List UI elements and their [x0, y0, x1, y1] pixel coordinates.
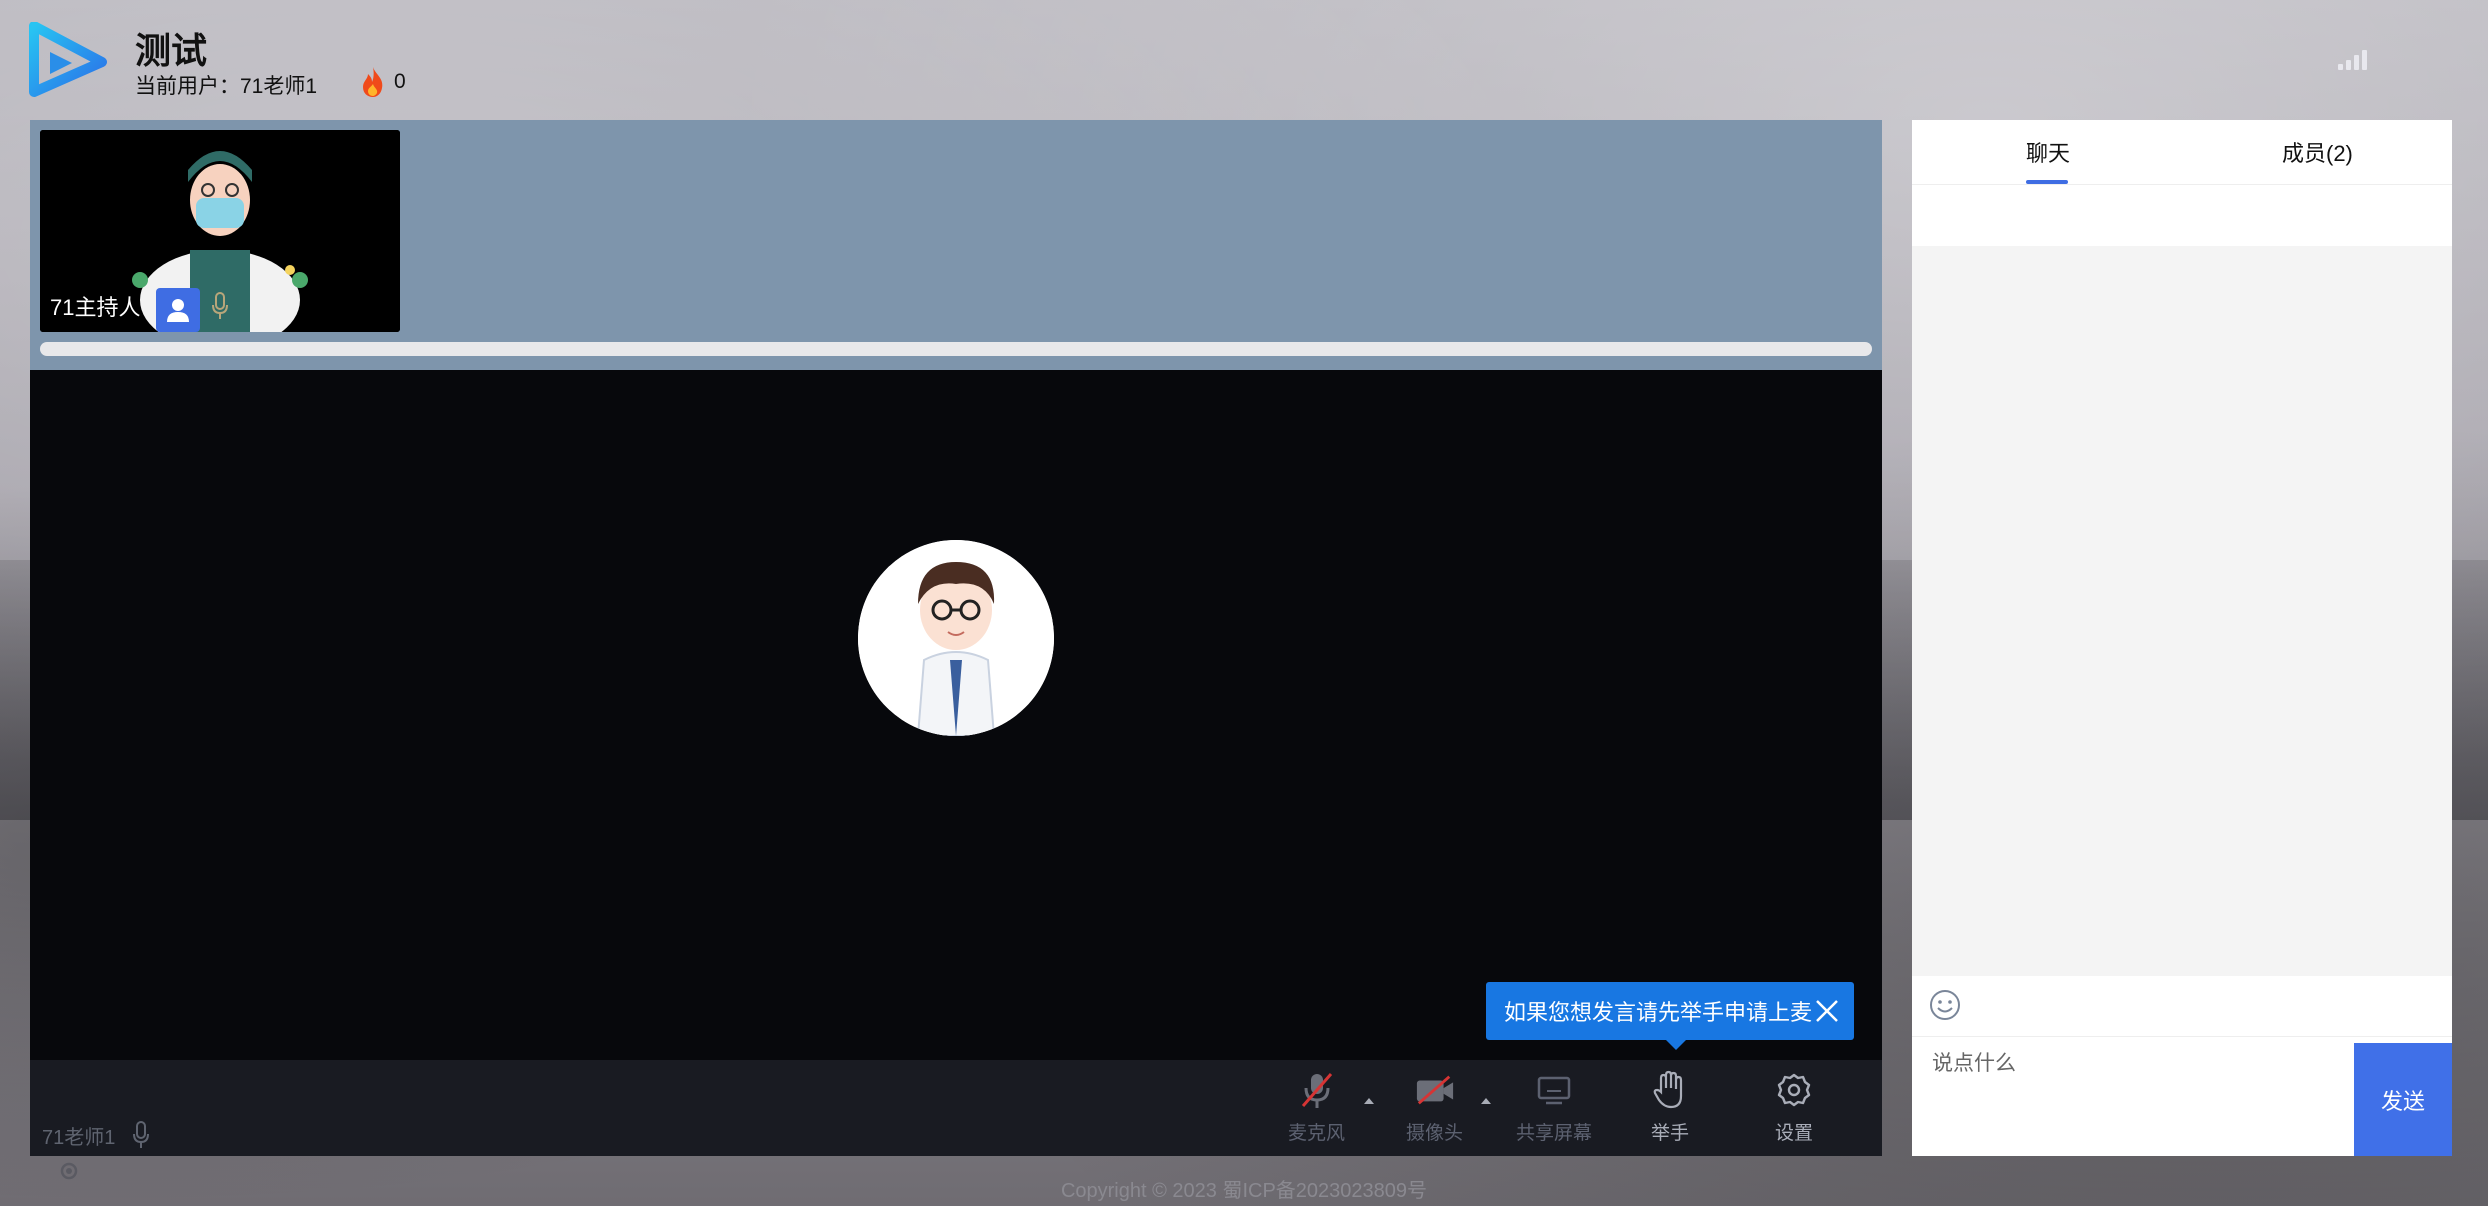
chat-message-input[interactable]	[1912, 1037, 2352, 1156]
camera-button[interactable]: 摄像头	[1406, 1070, 1463, 1145]
raise-hand-label: 举手	[1650, 1123, 1689, 1144]
tab-members[interactable]: 成员(2)	[2282, 136, 2353, 168]
chat-input-row: 发送	[1912, 1036, 2452, 1156]
main-speaker-avatar	[858, 540, 1054, 736]
camera-options-chevron-icon[interactable]	[1481, 1098, 1491, 1104]
raise-hand-tip: 如果您想发言请先举手申请上麦	[1486, 982, 1854, 1050]
chat-tabs: 聊天 成员(2)	[1912, 120, 2452, 185]
mic-label: 麦克风	[1288, 1123, 1346, 1144]
copyright-text: Copyright © 2023 蜀ICP备2023023809号	[1060, 1180, 1428, 1202]
participant-strip-scrollbar[interactable]	[40, 342, 1872, 356]
emoji-icon[interactable]	[1928, 988, 1962, 1022]
participant-name: 71主持人	[50, 295, 141, 320]
heat-count: 0	[394, 70, 406, 93]
room-title: 测试	[135, 30, 208, 71]
doctor-avatar-image	[858, 540, 1054, 736]
share-screen-label: 共享屏幕	[1516, 1123, 1593, 1144]
host-user-icon	[156, 288, 200, 332]
self-name: 71老师1	[42, 1126, 116, 1149]
gear-icon	[1777, 1073, 1811, 1107]
mic-options-chevron-icon[interactable]	[1364, 1098, 1374, 1104]
send-button[interactable]: 发送	[2354, 1043, 2452, 1156]
self-mic-icon	[133, 1121, 150, 1148]
share-screen-icon	[1537, 1076, 1571, 1105]
hand-icon	[1653, 1070, 1683, 1109]
network-signal-icon	[2338, 48, 2370, 70]
fire-icon	[363, 67, 383, 97]
meeting-toolbar: 71老师1 麦克风 摄像头 共享屏幕 举手 设置	[30, 1060, 1882, 1156]
share-screen-button[interactable]: 共享屏幕	[1516, 1070, 1592, 1145]
participant-strip: 71主持人	[30, 120, 1882, 370]
self-label: 71老师1	[42, 1120, 151, 1150]
current-user-label: 当前用户：71老师1	[135, 75, 318, 98]
chat-message-list[interactable]	[1912, 246, 2452, 976]
raise-hand-tip-text: 如果您想发言请先举手申请上麦	[1504, 1000, 1813, 1025]
active-tab-indicator	[2026, 180, 2068, 184]
settings-button[interactable]: 设置	[1774, 1070, 1814, 1145]
app-logo-icon	[29, 22, 107, 97]
raise-hand-button[interactable]: 举手	[1650, 1070, 1690, 1145]
mic-button[interactable]: 麦克风	[1288, 1070, 1345, 1145]
close-icon[interactable]	[1814, 998, 1840, 1024]
camera-label: 摄像头	[1406, 1123, 1464, 1144]
chat-panel: 聊天 成员(2) 发送	[1912, 120, 2452, 1156]
tab-chat[interactable]: 聊天	[2026, 136, 2070, 168]
heat-counter: 0	[360, 66, 406, 98]
mic-muted-icon	[1301, 1073, 1332, 1108]
video-area: 71主持人 如果您想发言请先举手申请上麦 71老师1 麦克风 摄像头 共享屏幕 …	[30, 120, 1882, 1156]
settings-label: 设置	[1774, 1123, 1813, 1144]
participant-mic-icon	[210, 291, 230, 326]
participant-tile[interactable]: 71主持人	[40, 130, 400, 332]
camera-off-icon	[1416, 1075, 1453, 1105]
